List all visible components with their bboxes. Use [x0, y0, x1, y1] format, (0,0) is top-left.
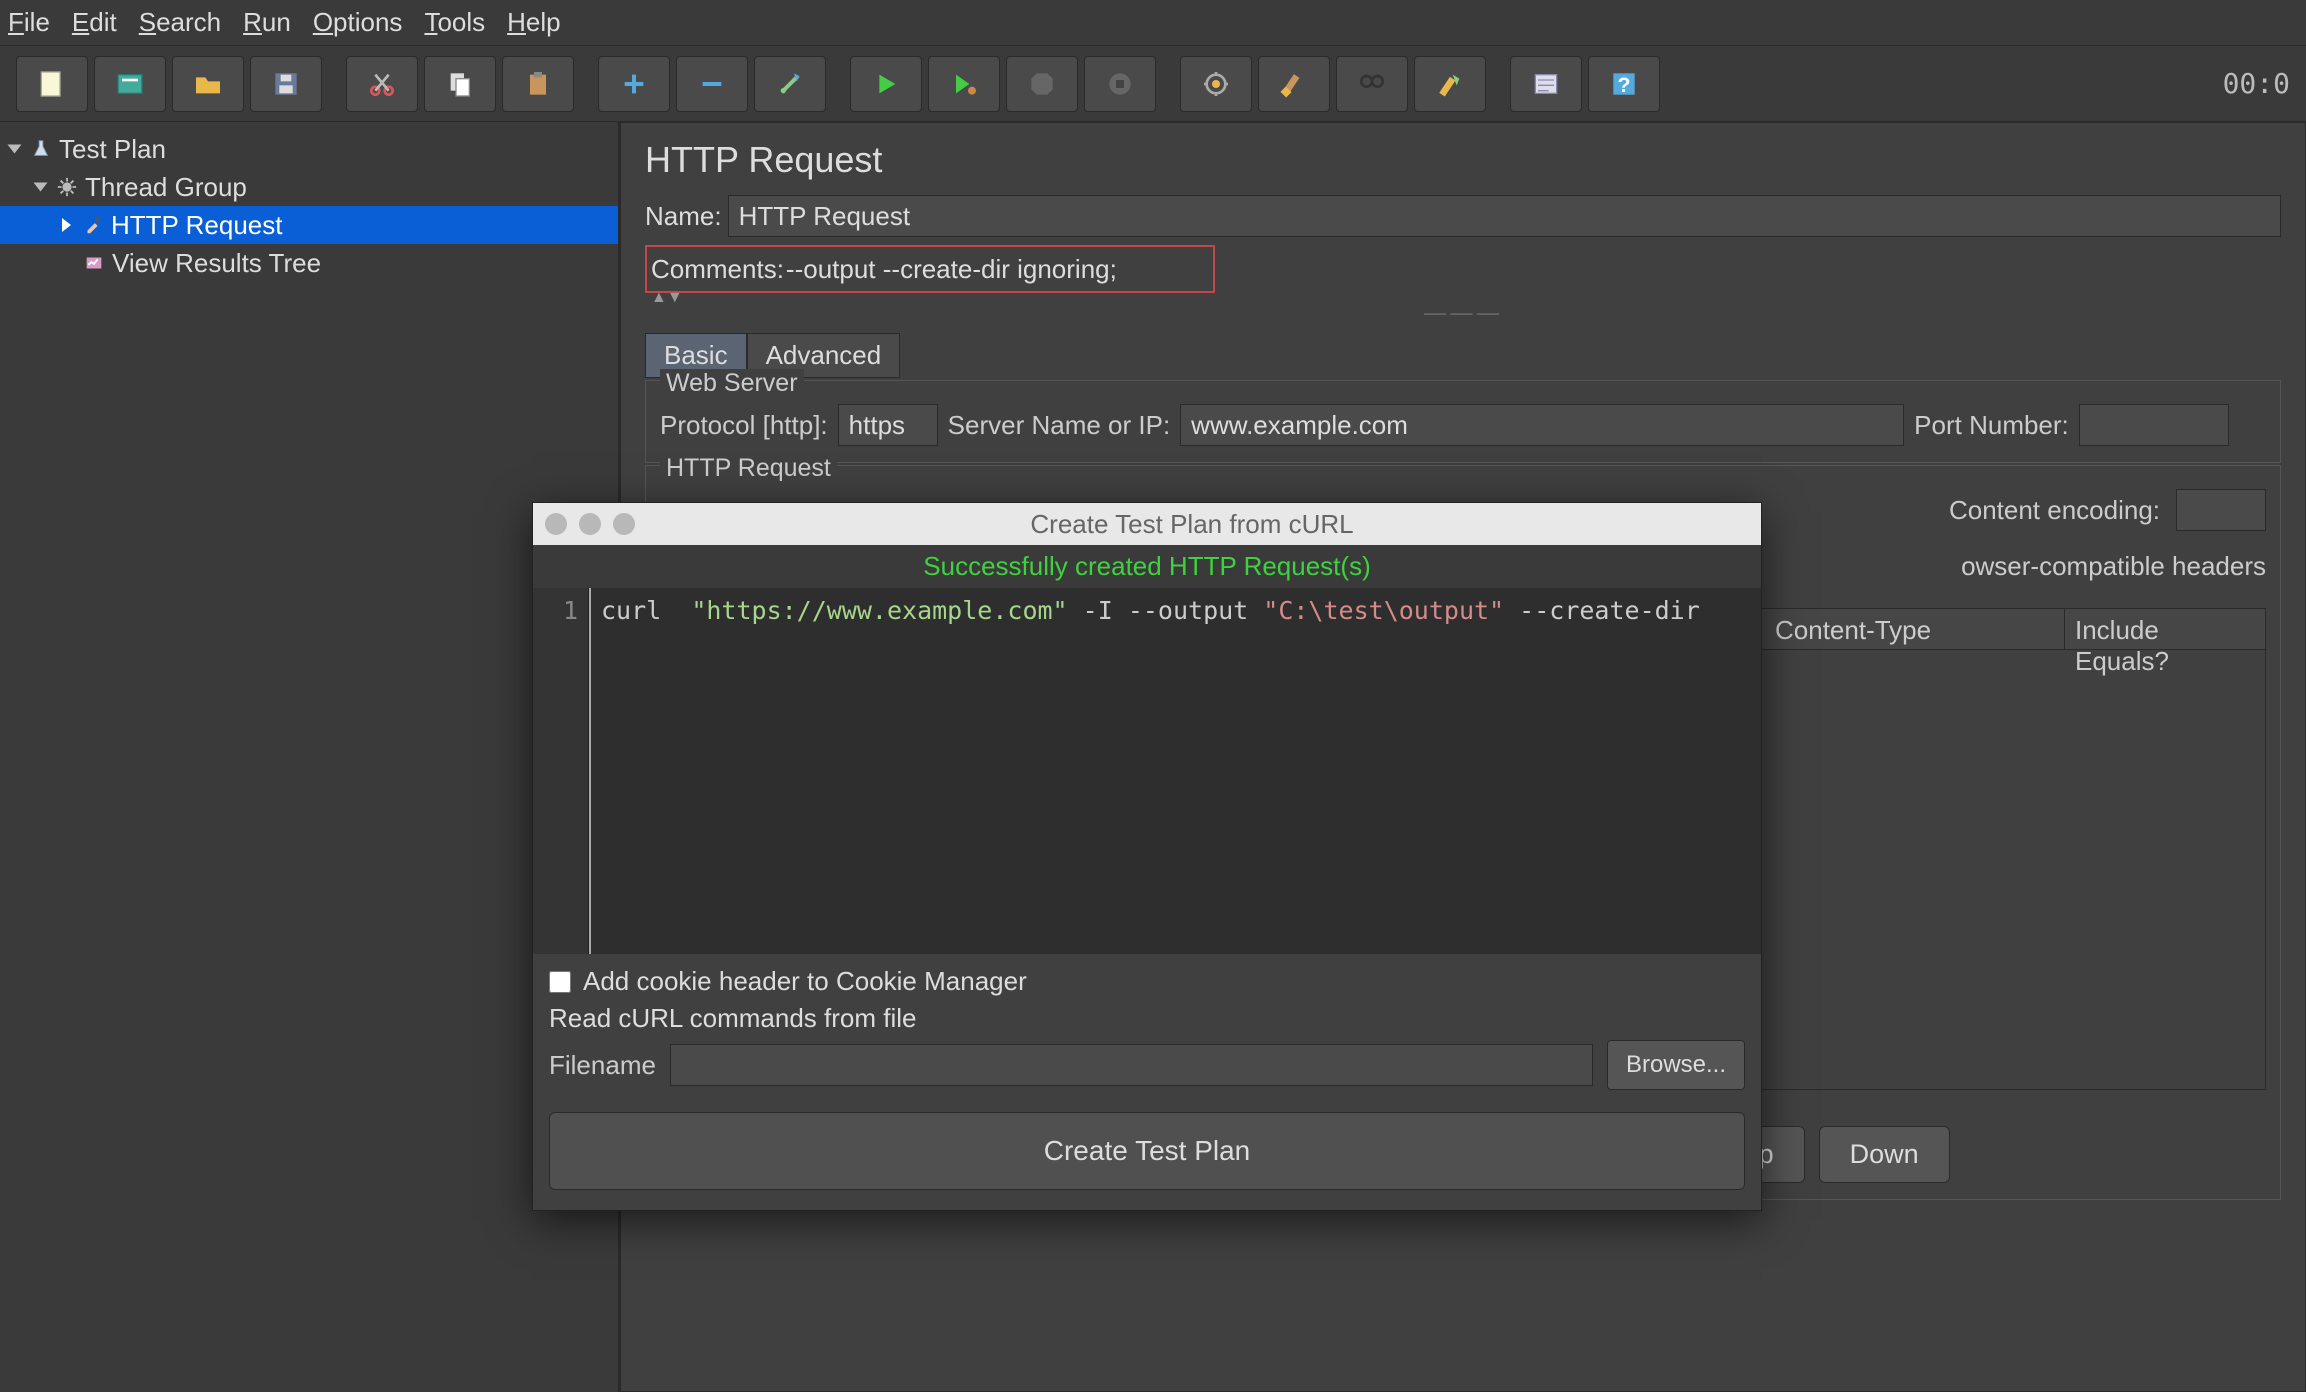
search-tree-icon[interactable]	[1336, 56, 1408, 112]
browser-compat-label: owser-compatible headers	[1961, 551, 2266, 582]
tree-label: View Results Tree	[112, 248, 321, 279]
cookie-check-row: Add cookie header to Cookie Manager	[549, 966, 1745, 997]
tree-node-view-results[interactable]: View Results Tree	[0, 244, 618, 282]
cut-icon[interactable]	[346, 56, 418, 112]
web-server-legend: Web Server	[660, 369, 804, 398]
tree-node-test-plan[interactable]: Test Plan	[0, 130, 618, 168]
minimize-window-icon[interactable]	[579, 513, 601, 535]
server-input[interactable]	[1180, 404, 1904, 446]
shutdown-icon[interactable]	[1084, 56, 1156, 112]
menu-file[interactable]: File	[8, 7, 50, 38]
window-controls	[545, 513, 635, 535]
filename-input[interactable]	[670, 1044, 1593, 1086]
menu-edit[interactable]: Edit	[72, 7, 117, 38]
cookie-label: Add cookie header to Cookie Manager	[583, 966, 1027, 997]
readfile-label: Read cURL commands from file	[549, 1003, 1745, 1034]
paste-icon[interactable]	[502, 56, 574, 112]
start-icon[interactable]	[850, 56, 922, 112]
name-label: Name:	[645, 201, 722, 232]
reset-search-icon[interactable]	[1414, 56, 1486, 112]
menu-search[interactable]: Search	[139, 7, 221, 38]
save-icon[interactable]	[250, 56, 322, 112]
collapse-icon[interactable]	[676, 56, 748, 112]
gear-icon	[55, 175, 79, 199]
comments-value[interactable]: --output --create-dir ignoring;	[786, 254, 1117, 285]
stop-icon[interactable]	[1006, 56, 1078, 112]
menu-tools[interactable]: Tools	[424, 7, 485, 38]
start-no-pause-icon[interactable]	[928, 56, 1000, 112]
create-test-plan-button[interactable]: Create Test Plan	[549, 1112, 1745, 1190]
svg-text:?: ?	[1617, 73, 1630, 97]
tabs: Basic Advanced	[645, 333, 2281, 378]
flask-icon	[29, 137, 53, 161]
protocol-input[interactable]	[838, 404, 938, 446]
tree-node-thread-group[interactable]: Thread Group	[0, 168, 618, 206]
menu-help[interactable]: Help	[507, 7, 560, 38]
th-content-type[interactable]: Content-Type	[1765, 609, 2065, 649]
expand-icon[interactable]	[598, 56, 670, 112]
menu-options[interactable]: Options	[313, 7, 403, 38]
test-tree: Test Plan Thread Group HTTP Request View…	[0, 122, 620, 1392]
panel-title: HTTP Request	[645, 139, 2281, 181]
copy-icon[interactable]	[424, 56, 496, 112]
dialog-title: Create Test Plan from cURL	[635, 509, 1749, 540]
toolbar: ? 00:0	[0, 46, 2306, 122]
dialog-titlebar[interactable]: Create Test Plan from cURL	[533, 503, 1761, 545]
function-helper-icon[interactable]	[1510, 56, 1582, 112]
port-input[interactable]	[2079, 404, 2229, 446]
editor-gutter: 1	[533, 588, 589, 954]
chevron-right-icon	[62, 218, 71, 232]
comments-row: Comments: --output --create-dir ignoring…	[645, 245, 1215, 293]
name-row: Name:	[645, 195, 2281, 237]
results-icon	[82, 251, 106, 275]
web-server-fieldset: Web Server Protocol [http]: Server Name …	[645, 380, 2281, 463]
splitter-grip[interactable]: ⸺⸺⸺	[645, 303, 2281, 323]
curl-import-dialog: Create Test Plan from cURL Successfully …	[532, 502, 1762, 1211]
server-label: Server Name or IP:	[948, 410, 1171, 441]
port-label: Port Number:	[1914, 410, 2069, 441]
content-encoding-label: Content encoding:	[1949, 495, 2160, 526]
th-include-equals[interactable]: Include Equals?	[2065, 609, 2265, 649]
browse-button[interactable]: Browse...	[1607, 1040, 1745, 1090]
filename-label: Filename	[549, 1050, 656, 1081]
dialog-status: Successfully created HTTP Request(s)	[533, 545, 1761, 588]
tree-node-http-request[interactable]: HTTP Request	[0, 206, 618, 244]
comments-label: Comments:	[651, 254, 784, 285]
editor-code[interactable]: curl "https://www.example.com" -I --outp…	[589, 588, 1761, 954]
content-encoding-input[interactable]	[2176, 489, 2266, 531]
close-window-icon[interactable]	[545, 513, 567, 535]
tree-label: Thread Group	[85, 172, 247, 203]
help-icon[interactable]: ?	[1588, 56, 1660, 112]
cookie-checkbox[interactable]	[549, 971, 571, 993]
dropper-icon	[81, 213, 105, 237]
dialog-body: Add cookie header to Cookie Manager Read…	[533, 954, 1761, 1210]
chevron-down-icon	[34, 183, 48, 192]
menubar: File Edit Search Run Options Tools Help	[0, 0, 2306, 46]
http-request-legend: HTTP Request	[660, 454, 837, 483]
menu-run[interactable]: Run	[243, 7, 291, 38]
new-icon[interactable]	[16, 56, 88, 112]
toggle-icon[interactable]	[754, 56, 826, 112]
tree-label: Test Plan	[59, 134, 166, 165]
clear-icon[interactable]	[1180, 56, 1252, 112]
protocol-label: Protocol [http]:	[660, 410, 828, 441]
down-button[interactable]: Down	[1819, 1126, 1950, 1183]
templates-icon[interactable]	[94, 56, 166, 112]
name-input[interactable]	[728, 195, 2281, 237]
read-file-section: Read cURL commands from file Filename Br…	[549, 1003, 1745, 1090]
chevron-down-icon	[8, 145, 22, 154]
tree-label: HTTP Request	[111, 210, 282, 241]
elapsed-timer: 00:0	[2223, 67, 2290, 100]
open-icon[interactable]	[172, 56, 244, 112]
clear-all-icon[interactable]	[1258, 56, 1330, 112]
zoom-window-icon[interactable]	[613, 513, 635, 535]
curl-editor[interactable]: 1 curl "https://www.example.com" -I --ou…	[533, 588, 1761, 954]
